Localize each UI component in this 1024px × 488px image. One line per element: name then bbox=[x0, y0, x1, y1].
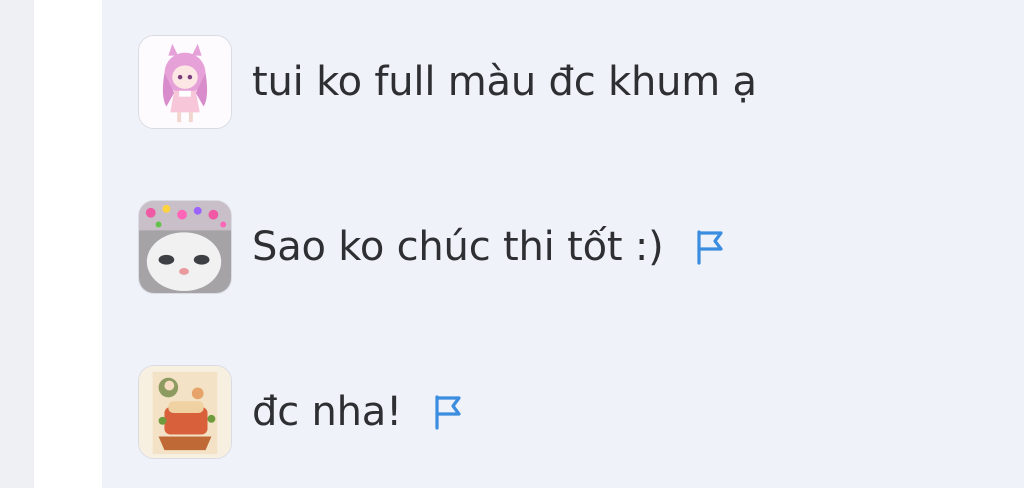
cat-hearts-avatar-icon[interactable] bbox=[138, 200, 232, 294]
reply-item: Sao ko chúc thi tốt :) bbox=[138, 199, 728, 295]
report-flag-icon[interactable] bbox=[430, 394, 466, 430]
reply-text: Sao ko chúc thi tốt :) bbox=[252, 224, 664, 270]
report-flag-icon[interactable] bbox=[692, 229, 728, 265]
reply-item: đc nha! bbox=[138, 364, 466, 460]
reply-text: đc nha! bbox=[252, 389, 402, 435]
content-margin bbox=[34, 0, 102, 488]
illustrated-character-avatar-icon[interactable] bbox=[138, 365, 232, 459]
reply-text: tui ko full màu đc khum ạ bbox=[252, 59, 757, 105]
left-gutter bbox=[0, 0, 34, 488]
anime-girl-avatar-icon[interactable] bbox=[138, 35, 232, 129]
reply-item: tui ko full màu đc khum ạ bbox=[138, 34, 757, 130]
